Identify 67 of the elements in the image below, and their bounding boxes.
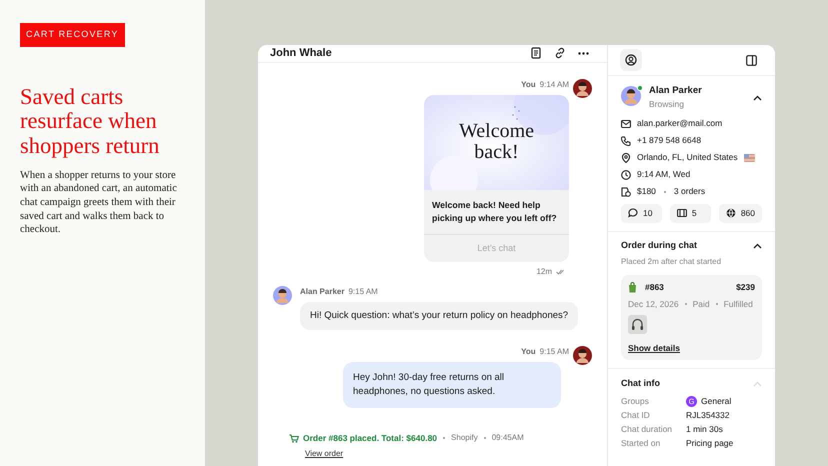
event-time: 09:45AM [492, 432, 524, 444]
message-time: 9:15 AM [348, 286, 378, 298]
message-bubble: Hi! Quick question: what’s your return policy on headphones? [300, 302, 578, 330]
info-value: General [701, 395, 732, 408]
avatar-icon [573, 78, 592, 98]
avatar-icon [573, 346, 592, 366]
read-check-icon [556, 269, 565, 276]
chat-title: John Whale [270, 46, 333, 61]
order-detail: Fulfilled [724, 298, 753, 311]
info-label: Chat ID [621, 409, 651, 422]
stat-chip: 5 [670, 204, 711, 223]
order-detail: Dec 12, 2026 [628, 298, 679, 311]
chats-icon [628, 208, 638, 218]
message-time: 9:15 AM [540, 346, 569, 358]
contact-detail: alan.parker@mail.com [637, 117, 722, 130]
order-source: Shopify [451, 432, 478, 444]
info-label: Groups [621, 395, 650, 408]
stat-chip: 10 [621, 204, 662, 223]
customer-name: Alan Parker [649, 84, 703, 98]
contact-detail: +1 879 548 6648 [637, 134, 702, 147]
info-value: 1 min 30s [686, 423, 723, 436]
order-number: #863 [645, 281, 665, 294]
customer-status: Browsing [649, 98, 685, 111]
sender-name: You [521, 78, 536, 90]
order-event: Order #863 placed. Total: $640.80 [303, 432, 438, 444]
card-headline: Welcome back! [458, 121, 536, 163]
description: When a shopper returns to your store with an abandoned cart, an automatic chat campaign greets them with their saved cart and walks them back to checkout. [20, 168, 178, 237]
section-title: Chat info [621, 377, 660, 390]
section-subtitle: Placed 2m after chat started [621, 256, 722, 268]
info-label: Chat duration [621, 423, 674, 436]
order-detail: Paid [692, 298, 710, 311]
sender-name: You [521, 346, 536, 358]
shopping-bag-icon [628, 282, 637, 294]
avatar-icon [621, 86, 641, 106]
info-label: Started on [621, 437, 662, 450]
category-tag: CART RECOVERY [20, 23, 125, 46]
contact-detail: 9:14 AM, Wed [637, 168, 690, 181]
headline: Saved carts resurface when shoppers return [20, 84, 160, 159]
info-value: Pricing page [686, 437, 734, 450]
order-total: $239 [736, 281, 755, 294]
view-order-link[interactable]: View order [305, 448, 344, 460]
show-details-link[interactable]: Show details [628, 342, 755, 354]
contact-detail: $180 [637, 185, 656, 198]
contact-detail: 3 orders [674, 185, 706, 198]
contact-detail: Orlando, FL, United States [637, 151, 738, 164]
profile-icon[interactable] [620, 49, 642, 71]
collapse-icon[interactable] [753, 94, 762, 100]
message-bubble: Hey John! 30-day free returns on all headphones, no questions asked. [343, 362, 561, 408]
collapse-icon[interactable] [753, 242, 762, 248]
tickets-icon [676, 208, 687, 218]
section-title: Order during chat [621, 238, 698, 252]
headphones-icon [628, 314, 647, 334]
cart-icon [289, 434, 299, 443]
phone-icon [621, 136, 631, 146]
avatar-icon [273, 286, 292, 306]
info-value: RJL354332 [686, 409, 730, 422]
orders-icon [621, 186, 631, 196]
visits-icon [726, 208, 736, 218]
delivery-time: 12m [536, 266, 552, 278]
time-icon [621, 170, 631, 180]
sender-name: Alan Parker [300, 286, 344, 298]
message-time: 9:14 AM [540, 78, 569, 90]
email-icon [621, 118, 631, 128]
stat-chip: 860 [718, 204, 762, 223]
location-icon [621, 152, 631, 162]
card-message: Welcome back! Need help picking up where you left off? [424, 190, 569, 235]
flag-icon [744, 154, 755, 162]
